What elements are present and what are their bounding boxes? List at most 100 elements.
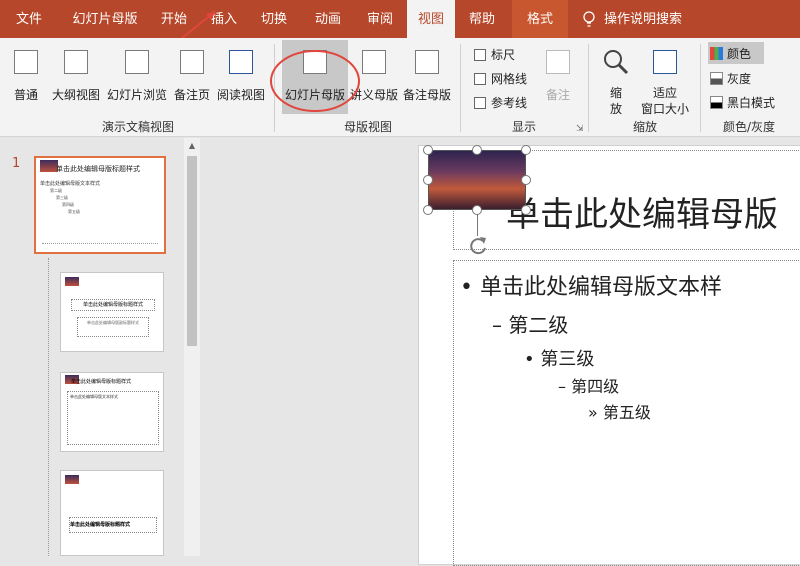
body-level2-text: 第二级 [508, 313, 569, 337]
tab-help[interactable]: 帮助 [460, 0, 504, 38]
body-level1-text: 单击此处编辑母版文本样 [479, 275, 722, 300]
fit-to-window-button[interactable]: 适应 窗口大小 [636, 44, 694, 116]
group-label-show: 显示 [511, 120, 536, 134]
reading-view-button[interactable]: 阅读视图 [214, 44, 268, 114]
fit-label-line2: 窗口大小 [640, 102, 689, 116]
thumbnail-title: 单击此处编辑母版标题样式 [56, 165, 140, 173]
thumbnail-title: 单击此处编辑母版标题样式 [69, 517, 157, 533]
dash-icon: – [492, 313, 502, 337]
resize-handle[interactable] [423, 205, 433, 215]
resize-handle[interactable] [521, 145, 531, 155]
outline-view-icon [64, 50, 88, 74]
black-white-label: 黑白模式 [727, 96, 776, 110]
tab-review[interactable]: 审阅 [358, 0, 402, 38]
fit-label-line1: 适应 [652, 86, 677, 100]
selected-picture[interactable] [428, 150, 526, 210]
zoom-label-line1: 缩 [609, 86, 622, 100]
thumbnail-footer [42, 243, 158, 248]
zoom-button[interactable]: 缩 放 [596, 44, 636, 116]
ruler-label: 标尺 [491, 48, 516, 62]
handout-master-icon [362, 50, 386, 74]
body-level3: • 第三级 [524, 345, 594, 371]
content-layout-thumbnail[interactable]: 单击此处编辑母版标题样式 单击此处编辑母版文本样式 [60, 372, 164, 452]
rotate-handle-icon[interactable] [467, 234, 489, 256]
tab-slide-master[interactable]: 幻灯片母版 [62, 0, 148, 38]
black-white-option[interactable]: 黑白模式 [710, 94, 775, 111]
resize-handle[interactable] [521, 205, 531, 215]
outline-view-label: 大纲视图 [51, 88, 100, 102]
notes-page-button[interactable]: 备注页 [170, 44, 214, 114]
scrollbar-thumb[interactable] [187, 156, 197, 346]
gridlines-checkbox[interactable]: 网格线 [474, 70, 527, 87]
black-white-swatch-icon [710, 96, 723, 109]
slide-sorter-label: 幻灯片浏览 [106, 88, 167, 102]
layout-tree-line [48, 258, 49, 556]
book-icon [229, 50, 253, 74]
tell-me-search[interactable]: 操作说明搜索 [604, 0, 690, 38]
grayscale-option[interactable]: 灰度 [710, 70, 751, 87]
guides-checkbox[interactable]: 参考线 [474, 94, 527, 111]
ruler-checkbox[interactable]: 标尺 [474, 46, 515, 63]
thumbnail-level2: 第二级 [50, 188, 62, 193]
color-label: 颜色 [727, 47, 752, 61]
group-separator [700, 44, 701, 132]
slide-sorter-button[interactable]: 幻灯片浏览 [104, 44, 170, 114]
tab-file[interactable]: 文件 [0, 0, 58, 38]
color-option[interactable]: 颜色 [708, 42, 764, 64]
gridlines-label: 网格线 [491, 72, 528, 86]
ribbon-panel: 普通 大纲视图 幻灯片浏览 备注页 阅读视图 演示文稿视图 幻灯片母版 讲义母版… [0, 38, 800, 137]
resize-handle[interactable] [423, 145, 433, 155]
title-layout-thumbnail[interactable]: 单击此处编辑母版标题样式 单击此处编辑母版副标题样式 [60, 272, 164, 352]
bullet-icon: • [460, 275, 480, 300]
body-level5: » 第五级 [588, 399, 651, 423]
dialog-launcher-icon[interactable]: ⇲ [576, 124, 584, 134]
resize-handle[interactable] [423, 175, 433, 185]
grayscale-swatch-icon [710, 72, 723, 85]
resize-handle[interactable] [521, 175, 531, 185]
ribbon-tab-bar: 文件 幻灯片母版 开始 插入 切换 动画 审阅 视图 帮助 格式 操作说明搜索 [0, 0, 800, 39]
thumbnail-text: 单击此处编辑母版文本样式 [40, 181, 101, 187]
lightbulb-icon [583, 11, 595, 27]
group-label-master-views: 母版视图 [343, 120, 392, 134]
thumbnail-title: 单击此处编辑母版标题样式 [71, 299, 155, 311]
scroll-up-icon[interactable]: ▲ [184, 138, 200, 154]
body-level4-text: 第四级 [571, 377, 620, 396]
thumbnail-image [65, 277, 79, 286]
notes-master-label: 备注母版 [402, 88, 451, 102]
group-label-presentation-views: 演示文稿视图 [101, 120, 174, 134]
notes-button[interactable]: 备注 [538, 44, 578, 114]
slide-sorter-icon [125, 50, 149, 74]
tab-view[interactable]: 视图 [407, 0, 455, 38]
tab-format[interactable]: 格式 [512, 0, 568, 38]
body-placeholder[interactable]: • 单击此处编辑母版文本样 – 第二级 • 第三级 – 第四级 » 第五级 [453, 260, 800, 566]
thumbnail-subtitle: 单击此处编辑母版副标题样式 [77, 317, 149, 337]
thumbnail-scrollbar[interactable]: ▲ [184, 138, 200, 556]
outline-view-button[interactable]: 大纲视图 [48, 44, 104, 114]
rotate-connector [477, 214, 478, 236]
tab-transitions[interactable]: 切换 [252, 0, 296, 38]
slide-number: 1 [12, 156, 21, 171]
thumbnail-level3: 第三级 [56, 195, 68, 200]
fit-window-icon [653, 50, 677, 74]
slide-master-thumbnail[interactable]: 单击此处编辑母版标题样式 单击此处编辑母版文本样式 第二级 第三级 第四级 第五… [34, 156, 166, 254]
normal-view-icon [14, 50, 38, 74]
checkbox-icon [474, 97, 486, 109]
thumbnail-text: 单击此处编辑母版文本样式 [67, 391, 159, 445]
checkbox-icon [474, 73, 486, 85]
group-label-zoom: 缩放 [632, 120, 657, 134]
normal-view-label: 普通 [13, 88, 38, 102]
section-layout-thumbnail[interactable]: 单击此处编辑母版标题样式 [60, 470, 164, 556]
notes-master-button[interactable]: 备注母版 [400, 44, 454, 114]
grayscale-label: 灰度 [727, 72, 752, 86]
resize-handle[interactable] [472, 145, 482, 155]
magnifier-icon [604, 50, 629, 75]
normal-view-button[interactable]: 普通 [6, 44, 46, 114]
annotation-circle-icon [270, 50, 360, 112]
thumbnail-title: 单击此处编辑母版标题样式 [71, 379, 132, 385]
notes-page-label: 备注页 [173, 88, 210, 102]
tab-animations[interactable]: 动画 [302, 0, 354, 38]
body-level1: • 单击此处编辑母版文本样 [460, 269, 722, 301]
group-label-color-grayscale: 颜色/灰度 [722, 120, 776, 134]
notes-page-icon [180, 50, 204, 74]
group-separator [460, 44, 461, 132]
